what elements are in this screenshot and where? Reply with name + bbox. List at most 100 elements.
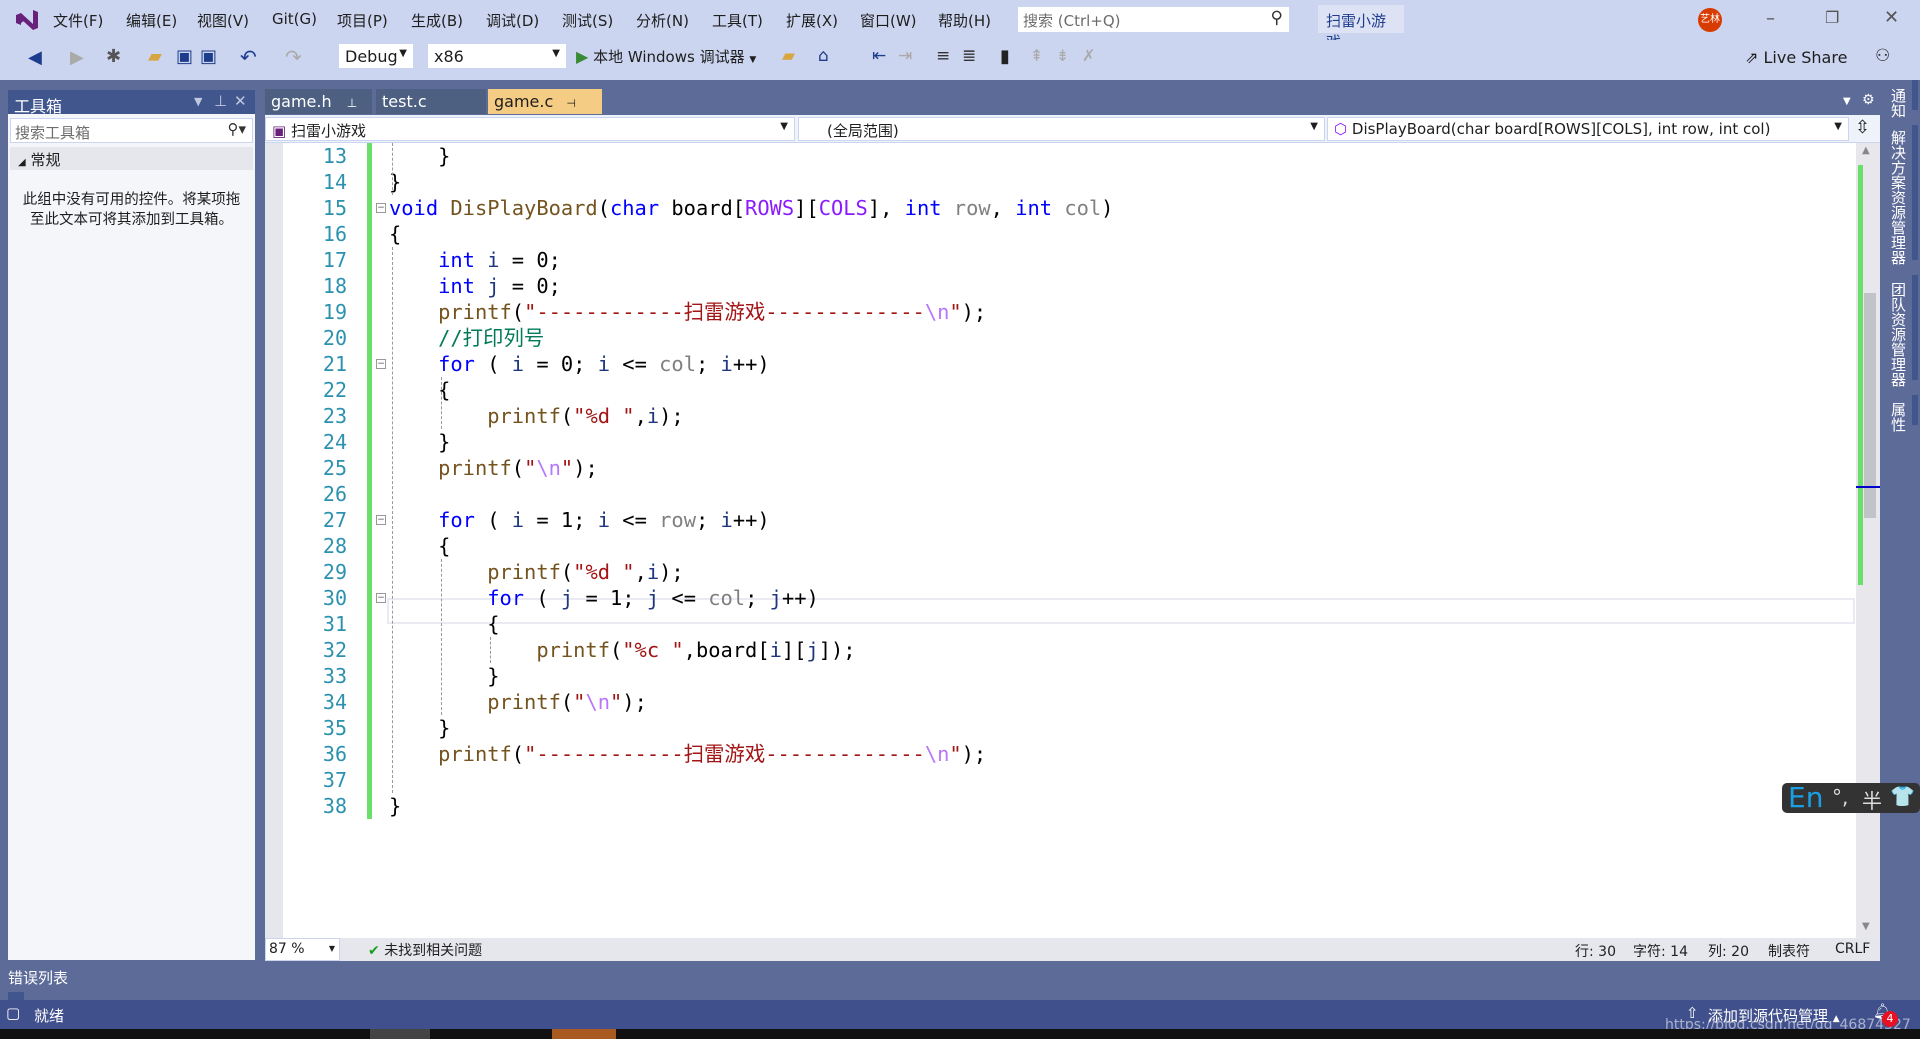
tab-test-c[interactable]: test.c <box>376 89 486 114</box>
fold-toggle-icon[interactable]: − <box>376 203 386 213</box>
ime-toolbar[interactable]: En °, 半 👕 <box>1782 781 1920 814</box>
browser-icon[interactable]: ⌂ <box>818 46 829 66</box>
save-icon[interactable]: ▣ <box>176 46 193 67</box>
undo-icon[interactable]: ↶ <box>240 45 257 69</box>
scroll-up-icon[interactable]: ▲ <box>1862 145 1870 156</box>
add-to-source-control-button[interactable]: 添加到源代码管理 ▲ <box>1708 1005 1840 1026</box>
scope-dropdown[interactable]: (全局范围) ▼ <box>798 117 1325 141</box>
code-line[interactable]: } <box>389 143 450 169</box>
start-debugging-button[interactable]: ▶ 本地 Windows 调试器 ▼ <box>576 46 756 67</box>
step-icon[interactable]: ⇤ <box>872 46 886 66</box>
scrollbar-thumb[interactable] <box>1864 293 1876 518</box>
code-line[interactable]: printf("%d ",i); <box>389 403 683 429</box>
bookmark-icon[interactable]: ▮ <box>1000 46 1010 67</box>
forward-icon[interactable]: ▶ <box>70 47 84 68</box>
code-line[interactable]: printf("\n"); <box>389 689 647 715</box>
minimize-button[interactable]: – <box>1766 8 1775 29</box>
scroll-down-icon[interactable]: ▼ <box>1862 921 1870 932</box>
fold-toggle-icon[interactable]: − <box>376 593 386 603</box>
close-button[interactable]: ✕ <box>1884 7 1899 28</box>
code-line[interactable]: { <box>389 533 450 559</box>
code-line[interactable]: for ( j = 1; j <= col; j++) <box>389 585 819 611</box>
code-line[interactable]: printf("------------扫雷游戏-------------\n"… <box>389 741 986 767</box>
code-line[interactable]: printf("%c ",board[i][j]); <box>389 637 855 663</box>
menu-item[interactable]: 编辑(E) <box>126 10 177 31</box>
menu-item[interactable]: 扩展(X) <box>786 10 838 31</box>
new-item-icon[interactable]: ✱ <box>106 46 121 67</box>
code-line[interactable]: void DisPlayBoard(char board[ROWS][COLS]… <box>389 195 1113 221</box>
back-icon[interactable]: ◀ <box>28 47 42 68</box>
code-line[interactable]: printf("------------扫雷游戏-------------\n"… <box>389 299 986 325</box>
uncomment-icon[interactable]: ≣ <box>962 46 976 66</box>
ime-punctuation[interactable]: °, <box>1832 785 1848 809</box>
taskbar-item[interactable] <box>370 1029 430 1039</box>
open-folder-icon[interactable]: ▰ <box>148 46 162 67</box>
code-line[interactable]: } <box>389 793 401 819</box>
code-line[interactable]: } <box>389 663 499 689</box>
redo-icon[interactable]: ↷ <box>285 45 302 69</box>
code-line[interactable]: } <box>389 169 401 195</box>
taskbar-item[interactable] <box>552 1029 616 1039</box>
error-list-tab[interactable]: 错误列表 <box>8 967 68 988</box>
split-window-icon[interactable]: ⇳ <box>1855 117 1870 138</box>
search-input[interactable]: 搜索 (Ctrl+Q) ⚲ <box>1017 6 1290 33</box>
menu-item[interactable]: Git(G) <box>272 10 317 28</box>
fold-toggle-icon[interactable]: − <box>376 515 386 525</box>
issues-indicator[interactable]: ✔ 未找到相关问题 <box>368 940 482 960</box>
close-icon[interactable]: ✕ <box>234 92 247 110</box>
code-line[interactable]: printf("\n"); <box>389 455 598 481</box>
tab-game-h[interactable]: game.h ⊥ <box>265 89 372 114</box>
zoom-dropdown[interactable]: 87 % ▼ <box>265 938 340 961</box>
menu-item[interactable]: 生成(B) <box>411 10 463 31</box>
toolbox-group-general[interactable]: ◢ 常规 <box>10 147 253 170</box>
ime-language[interactable]: En <box>1788 781 1823 814</box>
indent-indicator[interactable]: 制表符 <box>1768 941 1810 961</box>
comment-icon[interactable]: ≡ <box>936 46 950 66</box>
project-dropdown[interactable]: ▣ 扫雷小游戏 ▼ <box>265 117 795 141</box>
notifications-tab[interactable]: 通知 <box>1888 88 1909 118</box>
code-line[interactable]: } <box>389 429 450 455</box>
menu-item[interactable]: 帮助(H) <box>938 10 991 31</box>
gear-icon[interactable]: ⚙ <box>1862 92 1875 108</box>
clear-bookmark-icon[interactable]: ✗ <box>1082 46 1095 65</box>
prev-bookmark-icon[interactable]: ⇞ <box>1030 46 1043 65</box>
platform-dropdown[interactable]: x86 ▼ <box>427 43 567 69</box>
tab-game-c[interactable]: game.c ⊣ ✕ <box>488 89 602 130</box>
next-bookmark-icon[interactable]: ⇟ <box>1056 46 1069 65</box>
code-line[interactable]: for ( i = 0; i <= col; i++) <box>389 351 770 377</box>
menu-item[interactable]: 窗口(W) <box>860 10 917 31</box>
ime-skin-icon[interactable]: 👕 <box>1890 784 1915 808</box>
code-line[interactable]: } <box>389 715 450 741</box>
code-editor[interactable]: 13 } 14} 15 void DisPlayBoard(char board[RO… <box>265 143 1880 938</box>
ime-width[interactable]: 半 <box>1862 785 1882 814</box>
menu-item[interactable]: 文件(F) <box>53 10 103 31</box>
menu-item[interactable]: 分析(N) <box>636 10 689 31</box>
member-dropdown[interactable]: ⬡ DisPlayBoard(char board[ROWS][COLS], i… <box>1327 117 1849 141</box>
code-line[interactable]: int i = 0; <box>389 247 561 273</box>
solution-explorer-tab[interactable]: 解决方案资源管理器 <box>1888 130 1909 265</box>
live-share-button[interactable]: ⇗ Live Share <box>1745 48 1847 67</box>
pin-icon[interactable]: ⊣ <box>566 97 576 110</box>
menu-item[interactable]: 视图(V) <box>197 10 249 31</box>
line-ending-indicator[interactable]: CRLF <box>1835 941 1870 957</box>
pin-icon[interactable]: ⊥ <box>214 92 227 110</box>
menu-item[interactable]: 测试(S) <box>562 10 613 31</box>
tab-list-dropdown-icon[interactable]: ▼ <box>1843 96 1851 107</box>
team-explorer-tab[interactable]: 团队资源管理器 <box>1888 282 1909 387</box>
menu-item[interactable]: 调试(D) <box>486 10 539 31</box>
code-line[interactable]: for ( i = 1; i <= row; i++) <box>389 507 770 533</box>
code-line[interactable]: //打印列号 <box>389 325 544 351</box>
toolbox-search-input[interactable]: 搜索工具箱 ⚲▾ <box>10 118 253 143</box>
menu-item[interactable]: 项目(P) <box>337 10 388 31</box>
step-out-icon[interactable]: ⇥ <box>898 46 912 66</box>
menu-item[interactable]: 工具(T) <box>712 10 763 31</box>
restore-button[interactable]: ❐ <box>1825 8 1839 27</box>
dropdown-icon[interactable]: ▼ <box>194 95 202 108</box>
code-line[interactable]: printf("%d ",i); <box>389 559 683 585</box>
avatar[interactable]: 艺林 <box>1698 8 1722 32</box>
code-line[interactable]: { <box>389 611 499 637</box>
configuration-dropdown[interactable]: Debug ▼ <box>338 43 414 69</box>
fold-toggle-icon[interactable]: − <box>376 359 386 369</box>
pin-icon[interactable]: ⊥ <box>347 96 357 110</box>
find-in-files-icon[interactable]: ▰ <box>782 46 795 66</box>
